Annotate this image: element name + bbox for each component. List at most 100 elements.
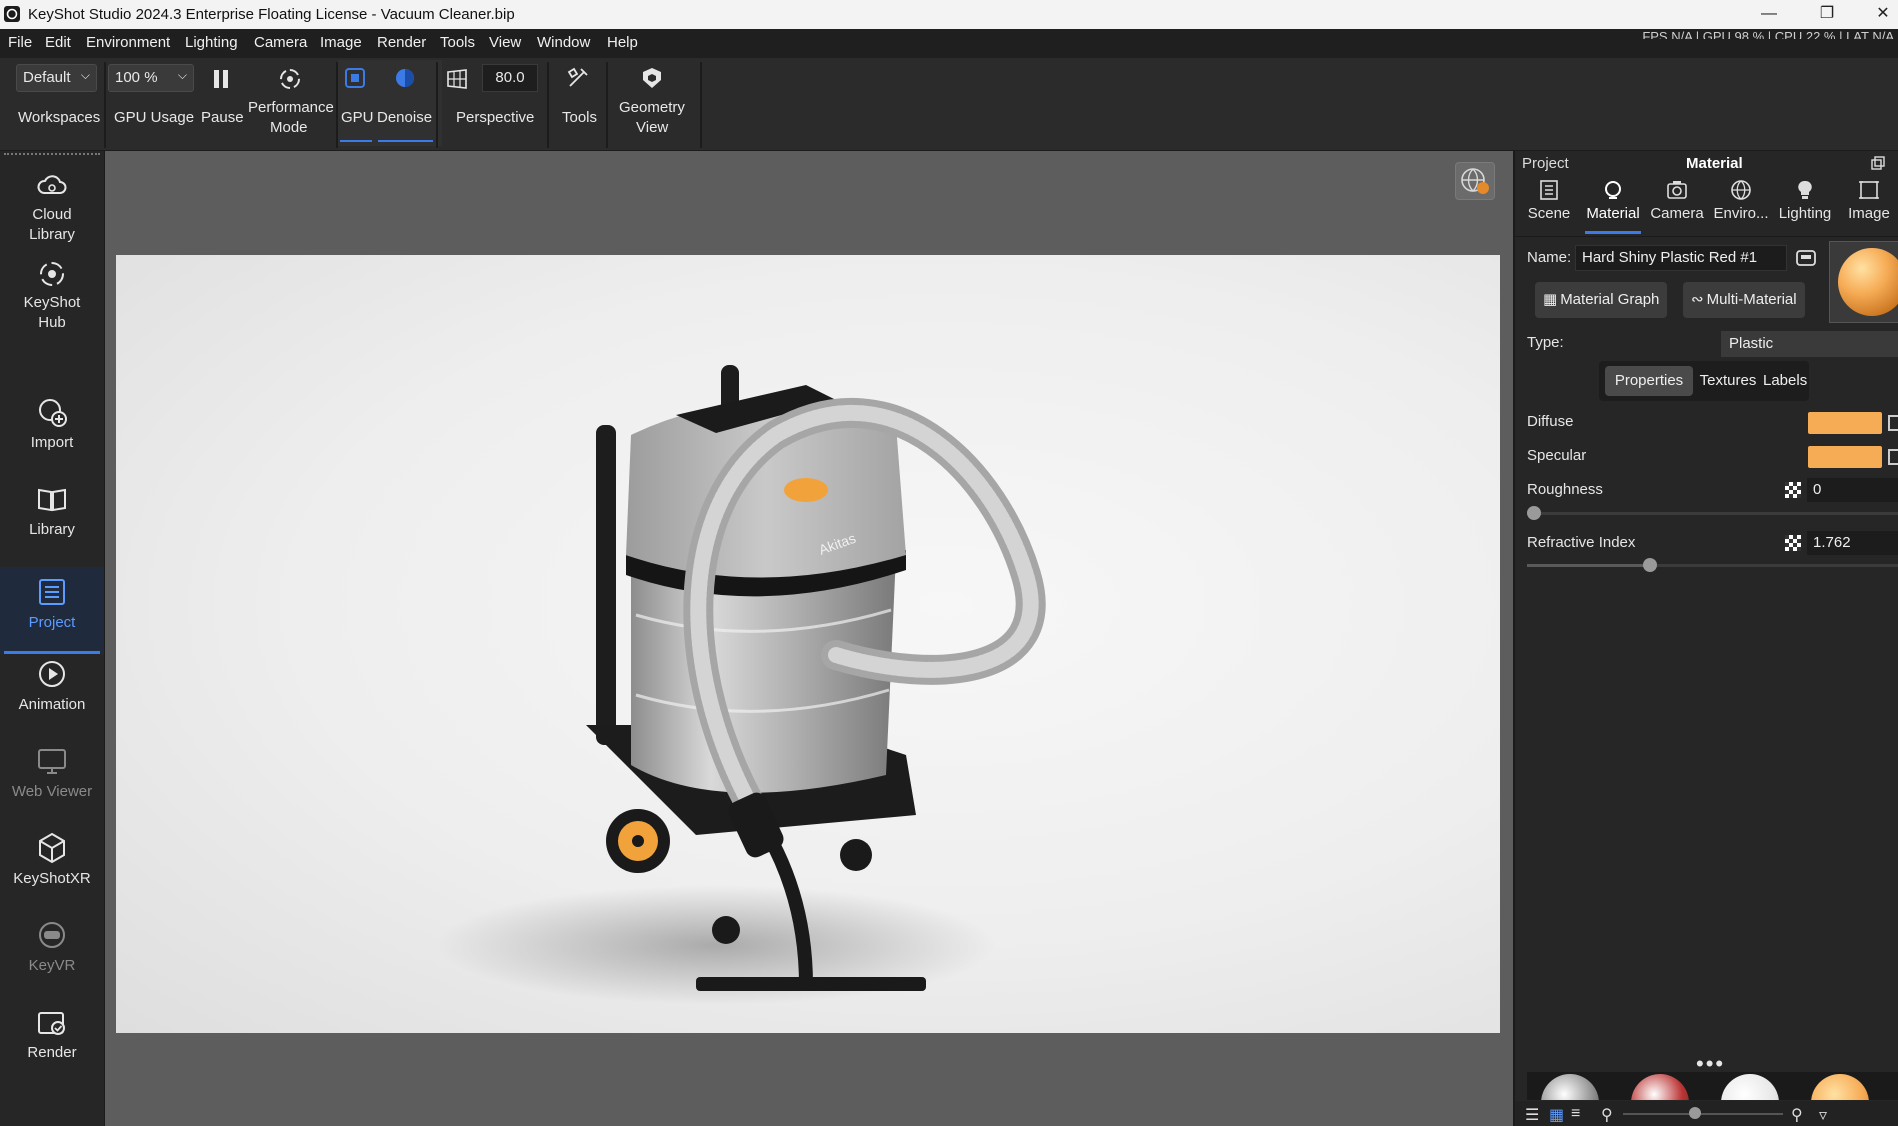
tab-label: Camera	[1650, 205, 1704, 222]
menu-file[interactable]: File	[8, 34, 32, 51]
tab-camera[interactable]: Camera	[1647, 179, 1707, 222]
subtab-labels[interactable]: Labels	[1763, 366, 1807, 396]
gpu-label[interactable]: GPU	[341, 108, 374, 128]
geometry-view-label-1[interactable]: Geometry	[619, 98, 685, 118]
roughness-slider-thumb[interactable]	[1527, 506, 1541, 520]
menu-edit[interactable]: Edit	[45, 34, 71, 51]
menu-lighting[interactable]: Lighting	[185, 34, 238, 51]
list-view-icon[interactable]: ☰	[1525, 1105, 1539, 1125]
thumbnail-size-slider[interactable]	[1623, 1107, 1783, 1119]
render-canvas[interactable]: Akitas	[116, 255, 1500, 1033]
material-thumbnail[interactable]	[1811, 1074, 1869, 1100]
menu-image[interactable]: Image	[320, 34, 362, 51]
close-button[interactable]: ✕	[1860, 2, 1898, 26]
zoom-in-icon[interactable]: ⚲	[1791, 1105, 1803, 1125]
viewport-globe-button[interactable]	[1455, 162, 1495, 200]
grid-view-icon[interactable]: ▦	[1549, 1105, 1564, 1125]
lightbulb-icon	[1798, 180, 1812, 199]
gpu-usage-select[interactable]: 100 % ⌵	[108, 64, 194, 92]
fov-input[interactable]: 80.0	[482, 64, 538, 92]
tab-scene[interactable]: Scene	[1519, 179, 1579, 222]
sidebar-item-import[interactable]: Import	[0, 395, 104, 465]
tab-image[interactable]: Image	[1839, 179, 1898, 222]
render-icon	[38, 1012, 65, 1035]
tab-lighting[interactable]: Lighting	[1775, 179, 1835, 222]
tab-material[interactable]: Material	[1583, 179, 1643, 234]
toolbar-divider	[700, 62, 702, 148]
tools-icon[interactable]	[566, 66, 590, 90]
menu-window[interactable]: Window	[537, 34, 590, 51]
sidebar-item-render[interactable]: Render	[0, 1005, 104, 1075]
minimize-button[interactable]: —	[1746, 2, 1792, 26]
menu-camera[interactable]: Camera	[254, 34, 307, 51]
pause-icon[interactable]	[210, 68, 232, 90]
tree-view-icon[interactable]: ≡	[1571, 1105, 1580, 1123]
roughness-input[interactable]: 0	[1807, 478, 1898, 502]
refractive-index-input[interactable]: 1.762	[1807, 531, 1898, 555]
geometry-view-icon[interactable]	[640, 66, 664, 90]
gpu-icon[interactable]	[343, 66, 367, 90]
sidebar-item-cloud-library[interactable]: Cloud Library	[0, 169, 104, 253]
sidebar-item-animation[interactable]: Animation	[0, 657, 104, 727]
sidebar-item-label: Animation	[18, 696, 86, 713]
roughness-slider[interactable]	[1527, 506, 1898, 520]
filter-icon[interactable]: ▿	[1819, 1105, 1827, 1125]
geometry-view-label-2[interactable]: View	[636, 118, 668, 138]
undock-icon[interactable]	[1870, 155, 1886, 171]
sidebar-item-library[interactable]: Library	[0, 482, 104, 552]
menu-view[interactable]: View	[489, 34, 521, 51]
subtab-textures[interactable]: Textures	[1695, 366, 1761, 396]
material-graph-button[interactable]: ▦ Material Graph	[1535, 282, 1668, 318]
denoise-label[interactable]: Denoise	[377, 108, 432, 128]
sidebar-item-keyvr[interactable]: KeyVR	[0, 918, 104, 988]
sidebar-item-label: Library	[29, 521, 75, 538]
menu-environment[interactable]: Environment	[86, 34, 170, 51]
material-thumbnail[interactable]	[1541, 1074, 1599, 1100]
material-graph-icon: ▦	[1543, 291, 1561, 308]
sidebar-item-keyshot-hub[interactable]: KeyShot Hub	[0, 257, 104, 341]
perspective-icon[interactable]	[446, 68, 468, 90]
refractive-slider-thumb[interactable]	[1643, 558, 1658, 572]
save-to-library-icon[interactable]	[1795, 247, 1817, 269]
sidebar-item-web-viewer[interactable]: Web Viewer	[0, 744, 104, 814]
multi-material-icon: ∾	[1691, 291, 1707, 308]
pause-label[interactable]: Pause	[201, 108, 244, 128]
menu-help[interactable]: Help	[607, 34, 638, 51]
keyshot-app-icon	[4, 6, 20, 22]
roughness-texture-icon[interactable]	[1785, 482, 1801, 498]
material-preview[interactable]	[1829, 241, 1898, 323]
material-thumbnail[interactable]	[1631, 1074, 1689, 1100]
refractive-index-slider[interactable]	[1527, 558, 1898, 572]
tab-environment[interactable]: Enviro...	[1711, 179, 1771, 222]
material-thumbnail[interactable]	[1721, 1074, 1779, 1100]
thumbnail-size-thumb[interactable]	[1689, 1107, 1701, 1119]
performance-mode-icon[interactable]	[277, 66, 303, 92]
performance-mode-label-1[interactable]: Performance	[248, 98, 334, 118]
diffuse-texture-slot[interactable]	[1888, 415, 1898, 431]
menu-render[interactable]: Render	[377, 34, 426, 51]
sidebar-grip[interactable]	[4, 153, 100, 155]
performance-mode-label-2[interactable]: Mode	[270, 118, 308, 138]
material-name-input[interactable]: Hard Shiny Plastic Red #1	[1575, 245, 1787, 271]
refractive-index-label: Refractive Index	[1527, 534, 1636, 551]
zoom-out-icon[interactable]: ⚲	[1601, 1105, 1613, 1125]
sidebar-item-keyshotxr[interactable]: KeyShotXR	[0, 831, 104, 901]
material-thumbnail-strip[interactable]	[1527, 1072, 1898, 1100]
denoise-icon[interactable]	[393, 66, 417, 90]
refractive-texture-icon[interactable]	[1785, 535, 1801, 551]
perspective-label[interactable]: Perspective	[456, 108, 534, 128]
diffuse-color-swatch[interactable]	[1808, 412, 1882, 434]
sidebar-item-label: Cloud	[32, 206, 72, 223]
tools-label[interactable]: Tools	[562, 108, 597, 128]
menu-tools[interactable]: Tools	[440, 34, 475, 51]
maximize-button[interactable]: ❐	[1804, 2, 1850, 26]
specular-texture-slot[interactable]	[1888, 449, 1898, 465]
keyvr-icon	[39, 922, 65, 948]
specular-color-swatch[interactable]	[1808, 446, 1882, 468]
material-type-select[interactable]: Plastic	[1721, 331, 1898, 357]
sidebar-item-project[interactable]: Project	[0, 567, 104, 654]
subtab-properties[interactable]: Properties	[1605, 366, 1693, 396]
realtime-viewport[interactable]: Akitas	[105, 151, 1513, 1126]
workspace-select[interactable]: Default ⌵	[16, 64, 97, 92]
multi-material-button[interactable]: ∾ Multi-Material	[1683, 282, 1805, 318]
